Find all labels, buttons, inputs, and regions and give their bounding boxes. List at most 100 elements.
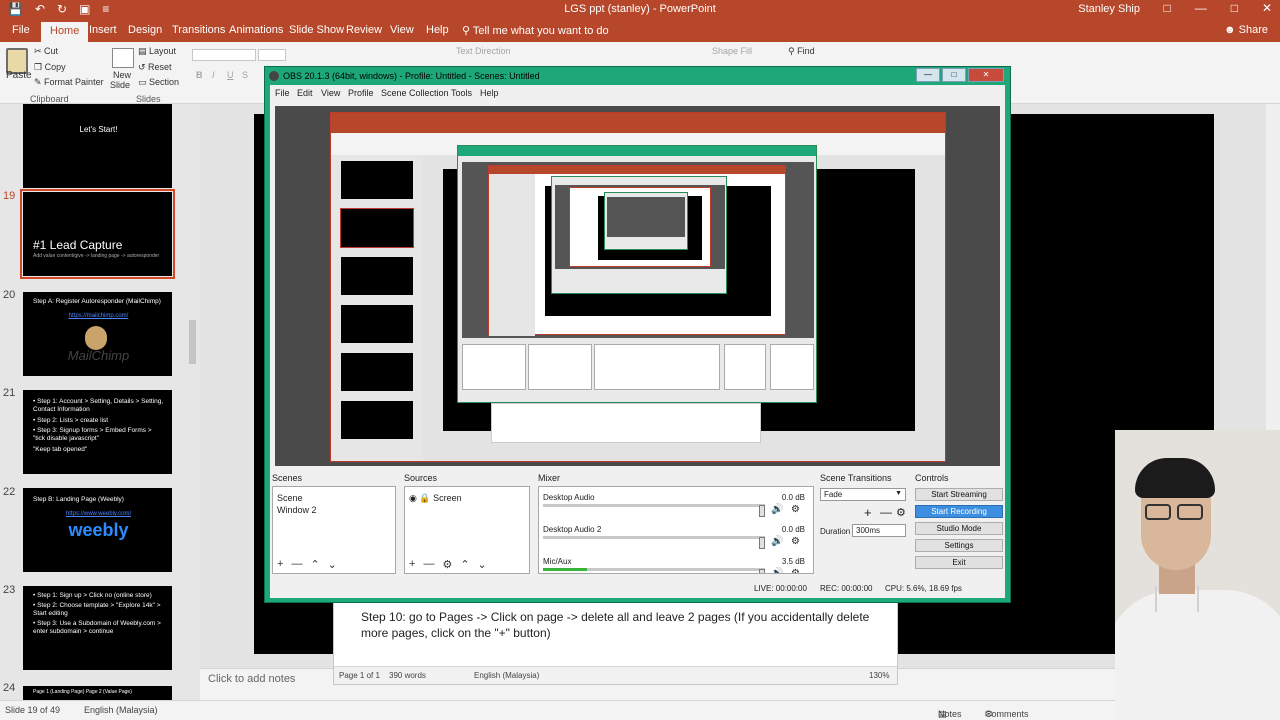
source-properties-icon[interactable]: ⚙	[442, 558, 452, 571]
webcam-overlay	[1115, 430, 1280, 720]
word-document-window[interactable]: Step 10: go to Pages -> Click on page ->…	[333, 598, 898, 685]
scene-item[interactable]: Window 2	[277, 505, 317, 515]
tab-review[interactable]: Review	[346, 24, 382, 36]
section-button[interactable]: ▭ Section	[138, 77, 179, 88]
eye-icon[interactable]: ◉	[409, 493, 417, 503]
obs-menu-edit[interactable]: Edit	[297, 88, 313, 98]
maximize-icon[interactable]: □	[1231, 1, 1238, 15]
obs-menu-profile[interactable]: Profile	[348, 88, 374, 98]
settings-button[interactable]: Settings	[915, 539, 1003, 552]
exit-button[interactable]: Exit	[915, 556, 1003, 569]
slide-thumbnail-19[interactable]: #1 Lead Capture Add value content/give -…	[20, 189, 175, 279]
cut-button[interactable]: ✂ Cut	[34, 46, 58, 57]
add-source-icon[interactable]: +	[409, 558, 415, 571]
new-slide-label-2[interactable]: Slide	[110, 80, 130, 90]
speaker-icon[interactable]: 🔊	[771, 568, 783, 573]
move-down-icon[interactable]: ⌄	[478, 558, 487, 571]
strikethrough-icon[interactable]: S	[242, 70, 248, 80]
user-name[interactable]: Stanley Ship	[1078, 3, 1140, 15]
new-slide-icon[interactable]	[112, 48, 134, 68]
remove-transition-icon[interactable]: —	[880, 505, 892, 519]
remove-scene-icon[interactable]: —	[291, 558, 302, 571]
move-up-icon[interactable]: ⌃	[460, 558, 469, 571]
reset-button[interactable]: ↺ Reset	[138, 62, 172, 73]
transition-settings-icon[interactable]: ⚙	[896, 506, 906, 519]
slide-thumbnail-23[interactable]: • Step 1: Sign up > Click no (online sto…	[23, 586, 172, 670]
captured-title-bar	[331, 113, 945, 133]
obs-maximize-icon[interactable]: □	[942, 68, 966, 82]
thumbnails-scrollbar[interactable]	[189, 110, 196, 690]
tab-help[interactable]: Help	[426, 24, 449, 36]
underline-icon[interactable]: U	[227, 70, 234, 80]
language-indicator[interactable]: English (Malaysia)	[84, 705, 158, 715]
volume-slider[interactable]	[759, 569, 765, 573]
italic-icon[interactable]: I	[212, 70, 215, 80]
remove-source-icon[interactable]: —	[423, 558, 434, 571]
speaker-icon[interactable]: 🔊	[771, 536, 783, 547]
obs-close-icon[interactable]: ✕	[968, 68, 1004, 82]
obs-menu-file[interactable]: File	[275, 88, 290, 98]
obs-menu-scene-collection[interactable]: Scene Collection	[381, 88, 449, 98]
captured-thumb	[341, 161, 413, 199]
start-streaming-button[interactable]: Start Streaming	[915, 488, 1003, 501]
add-transition-icon[interactable]: +	[864, 505, 872, 520]
obs-menu-tools[interactable]: Tools	[451, 88, 472, 98]
obs-minimize-icon[interactable]: —	[916, 68, 940, 82]
word-word-count: 390 words	[389, 671, 426, 680]
channel-settings-icon[interactable]: ⚙	[791, 504, 800, 515]
tab-insert[interactable]: Insert	[89, 24, 117, 36]
slide-thumbnail-24[interactable]: Page 1 (Landing Page) Page 2 (Value Page…	[23, 686, 172, 700]
text-direction-button[interactable]: Text Direction	[456, 46, 511, 56]
paste-button[interactable]: Paste	[6, 70, 32, 81]
tab-slide-show[interactable]: Slide Show	[289, 24, 344, 36]
studio-mode-button[interactable]: Studio Mode	[915, 522, 1003, 535]
find-icon: ⚲	[788, 46, 798, 56]
start-recording-button[interactable]: Start Recording	[915, 505, 1003, 518]
duration-input[interactable]: 300ms	[852, 524, 906, 537]
tab-transitions[interactable]: Transitions	[172, 24, 225, 36]
obs-menu-help[interactable]: Help	[480, 88, 499, 98]
scrollbar-thumb[interactable]	[189, 320, 196, 364]
font-size-box[interactable]	[258, 49, 286, 61]
tab-file[interactable]: File	[12, 24, 30, 36]
slide-thumbnail-22[interactable]: Step B: Landing Page (Weebly) https://ww…	[23, 488, 172, 572]
slide-thumbnail-20[interactable]: Step A: Register Autoresponder (MailChim…	[23, 292, 172, 376]
slide-thumbnail-21[interactable]: • Step 1: Account > Setting, Details > S…	[23, 390, 172, 474]
ribbon-display-icon[interactable]: □	[1163, 1, 1170, 15]
obs-window[interactable]: OBS 20.1.3 (64bit, windows) - Profile: U…	[264, 66, 1011, 603]
font-name-box[interactable]	[192, 49, 256, 61]
source-item[interactable]: ◉ 🔒 Screen	[409, 493, 462, 504]
obs-preview[interactable]	[275, 106, 1000, 466]
move-down-icon[interactable]: ⌄	[328, 558, 337, 571]
tab-home[interactable]: Home	[41, 22, 89, 42]
close-icon[interactable]: ✕	[1262, 1, 1272, 15]
minimize-icon[interactable]: —	[1195, 1, 1207, 15]
bold-icon[interactable]: B	[196, 70, 203, 80]
lock-icon[interactable]: 🔒	[419, 493, 430, 503]
shape-fill-button[interactable]: Shape Fill	[712, 46, 752, 56]
tab-design[interactable]: Design	[128, 24, 162, 36]
format-painter-button[interactable]: ✎ Format Painter	[34, 77, 104, 88]
channel-settings-icon[interactable]: ⚙	[791, 568, 800, 573]
layout-button[interactable]: ▤ Layout	[138, 46, 176, 57]
thumb-title: Let's Start!	[79, 125, 118, 134]
tab-view[interactable]: View	[390, 24, 414, 36]
new-slide-label-1[interactable]: New	[113, 70, 131, 80]
transition-select[interactable]: Fade ▼	[820, 488, 906, 501]
tab-animations[interactable]: Animations	[229, 24, 283, 36]
move-up-icon[interactable]: ⌃	[310, 558, 319, 571]
channel-settings-icon[interactable]: ⚙	[791, 536, 800, 547]
captured-sources-dock	[528, 344, 592, 390]
scene-item[interactable]: Scene	[277, 493, 303, 503]
thumb-logo-text: weebly	[68, 520, 129, 540]
volume-slider[interactable]	[759, 537, 765, 549]
slide-thumbnail-18[interactable]: Let's Start!	[23, 104, 172, 188]
share-button[interactable]: ☻ Share	[1224, 24, 1268, 36]
tell-me-search[interactable]: ⚲ Tell me what you want to do	[462, 24, 609, 37]
obs-menu-view[interactable]: View	[321, 88, 340, 98]
copy-button[interactable]: ❐ Copy	[34, 62, 66, 73]
add-scene-icon[interactable]: +	[277, 558, 283, 571]
volume-slider[interactable]	[759, 505, 765, 517]
find-button[interactable]: ⚲ Find	[788, 46, 815, 57]
speaker-icon[interactable]: 🔊	[771, 504, 783, 515]
